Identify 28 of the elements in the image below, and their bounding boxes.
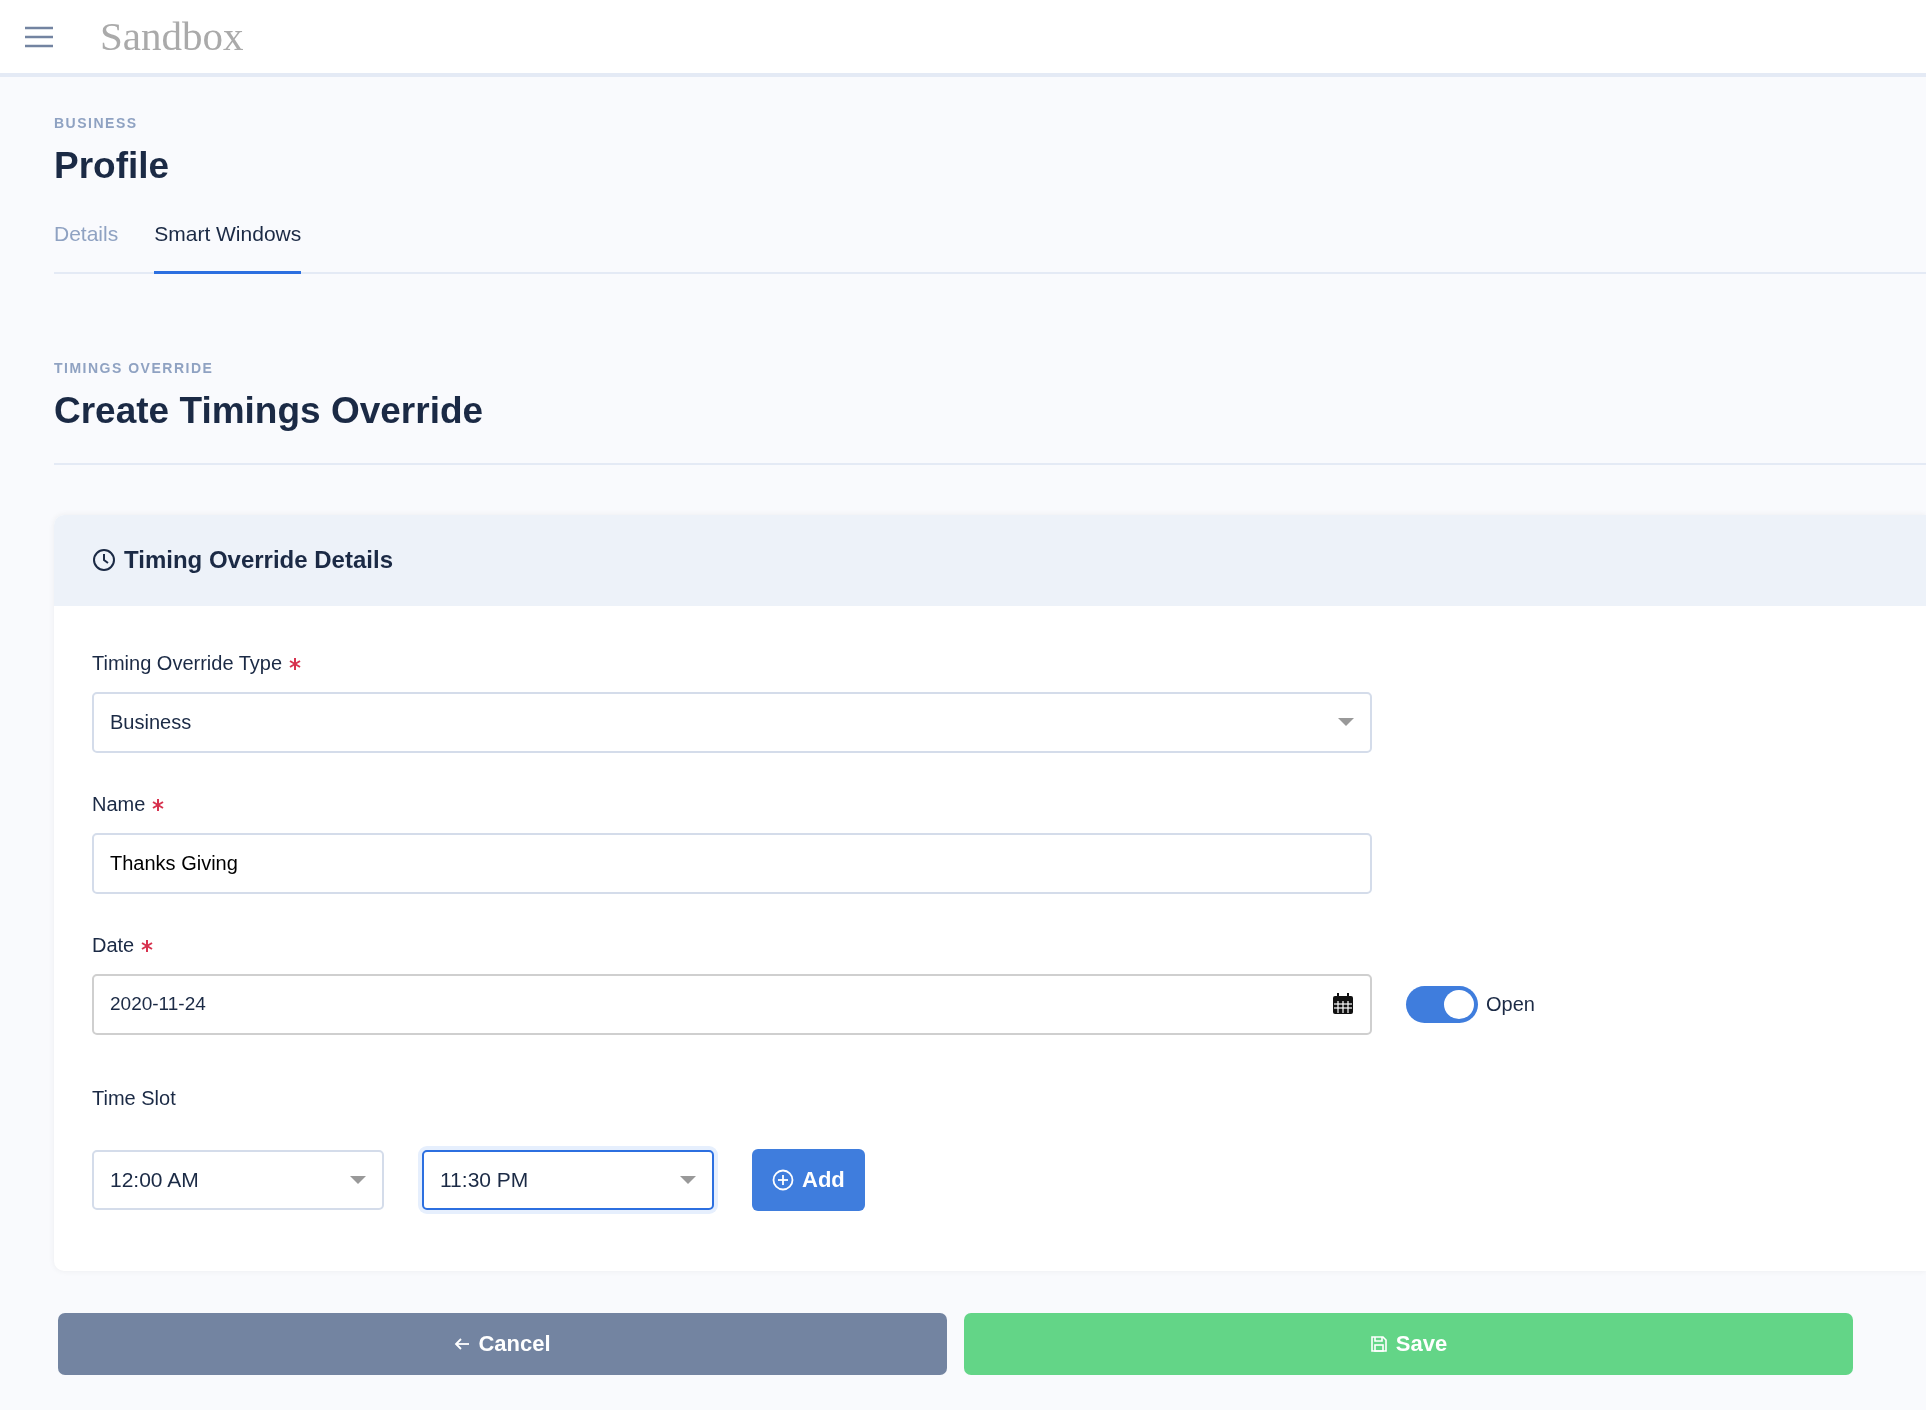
add-button[interactable]: Add	[752, 1148, 865, 1211]
brand-name: Sandbox	[100, 11, 244, 61]
page-eyebrow: BUSINESS	[54, 114, 139, 133]
select-field[interactable]: Business	[92, 691, 1372, 753]
page-title: Profile	[54, 144, 171, 188]
caret-icon	[680, 1175, 696, 1184]
field-label: Timing Override Type	[92, 647, 1888, 678]
input-field[interactable]: Thanks Giving	[92, 832, 1372, 894]
caret-icon	[350, 1175, 366, 1184]
date-field[interactable]: 2020-11-24	[92, 973, 1372, 1035]
section-eyebrow: TIMINGS OVERRIDE	[54, 359, 215, 378]
calendar-icon	[1332, 993, 1354, 1015]
menu-icon	[24, 26, 54, 49]
field-label: Date	[92, 929, 1888, 960]
toggle-label: Open	[1486, 992, 1535, 1017]
cancel-button[interactable]: Cancel	[58, 1312, 947, 1375]
menu-button[interactable]	[24, 24, 54, 49]
field-label: Name	[92, 788, 1888, 819]
plus-circle-icon	[772, 1168, 794, 1191]
time-select[interactable]: 12:00 AM	[92, 1149, 384, 1210]
section-title: Create Timings Override	[54, 389, 485, 433]
clock-icon	[92, 548, 116, 572]
tab[interactable]: Smart Windows	[154, 201, 302, 274]
toggle-switch[interactable]	[1406, 985, 1478, 1023]
caret-icon	[1338, 718, 1354, 726]
card-title: Timing Override Details	[124, 545, 393, 575]
arrow-left-icon	[454, 1335, 471, 1352]
field-label: Time Slot	[92, 1085, 177, 1111]
